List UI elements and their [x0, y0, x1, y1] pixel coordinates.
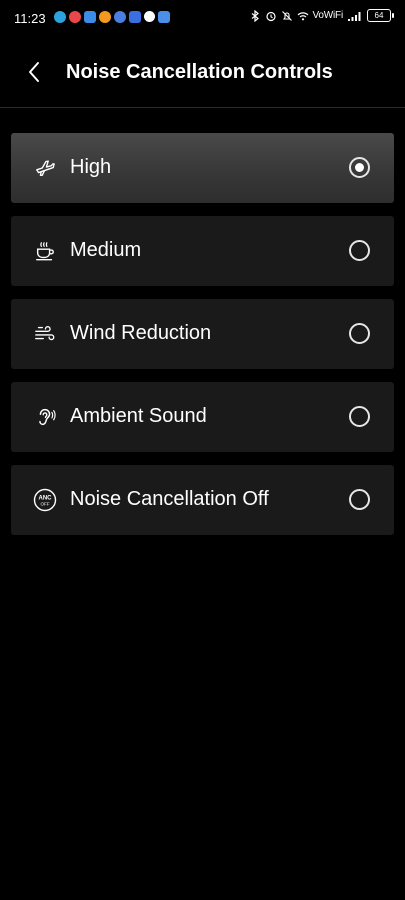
- option-label-high: High: [70, 156, 112, 178]
- option-label-medium: Medium: [70, 239, 142, 261]
- header: Noise Cancellation Controls: [0, 36, 405, 108]
- snowflake-app-icon: [84, 11, 96, 23]
- option-label-wind: Wind Reduction: [70, 322, 212, 344]
- radio-medium[interactable]: [349, 240, 370, 261]
- option-wind-reduction[interactable]: Wind Reduction: [11, 299, 394, 369]
- signal-icon: [348, 11, 361, 21]
- blue-app-icon-2: [158, 11, 170, 23]
- battery-indicator: 64: [367, 9, 394, 22]
- back-button[interactable]: [20, 58, 48, 86]
- airplane-icon: [33, 156, 57, 180]
- option-ambient-sound[interactable]: Ambient Sound: [11, 382, 394, 452]
- network-label: VoWiFi: [312, 10, 344, 21]
- system-icons: VoWiFi 64: [249, 9, 394, 22]
- option-medium[interactable]: Medium: [11, 216, 394, 286]
- blue-app-icon: [114, 11, 126, 23]
- option-label-ambient: Ambient Sound: [70, 405, 207, 427]
- page-title: Noise Cancellation Controls: [66, 61, 333, 83]
- option-noise-cancellation-off[interactable]: ANC OFF Noise Cancellation Off: [11, 465, 394, 535]
- notification-icons: [54, 11, 170, 23]
- coffee-cup-icon: [33, 239, 57, 263]
- radio-high[interactable]: [349, 157, 370, 178]
- anc-off-icon: ANC OFF: [33, 488, 57, 512]
- orange-app-icon: [99, 11, 111, 23]
- header-divider: [0, 107, 405, 108]
- mail-icon: [129, 11, 141, 23]
- option-high[interactable]: High: [11, 133, 394, 203]
- status-time: 11:23: [14, 11, 46, 26]
- telegram-icon: [54, 11, 66, 23]
- bluetooth-icon: [251, 9, 259, 22]
- chevron-left-icon: [29, 62, 39, 82]
- wifi-icon: [297, 11, 308, 20]
- radio-wind-reduction[interactable]: [349, 323, 370, 344]
- ear-icon: [33, 405, 57, 429]
- wind-icon: [33, 322, 57, 346]
- heart-app-icon: [69, 11, 81, 23]
- white-dot-icon: [144, 11, 155, 22]
- silent-bell-icon: [281, 10, 292, 21]
- anc-badge-bottom: OFF: [41, 502, 50, 507]
- radio-noise-cancellation-off[interactable]: [349, 489, 370, 510]
- radio-ambient-sound[interactable]: [349, 406, 370, 427]
- status-bar: 11:23 VoWiFi 64: [0, 0, 405, 36]
- alarm-icon: [265, 11, 276, 21]
- noise-mode-list: High Medium Wind Reduction Ambient Sound…: [11, 133, 394, 548]
- option-label-off: Noise Cancellation Off: [70, 488, 269, 510]
